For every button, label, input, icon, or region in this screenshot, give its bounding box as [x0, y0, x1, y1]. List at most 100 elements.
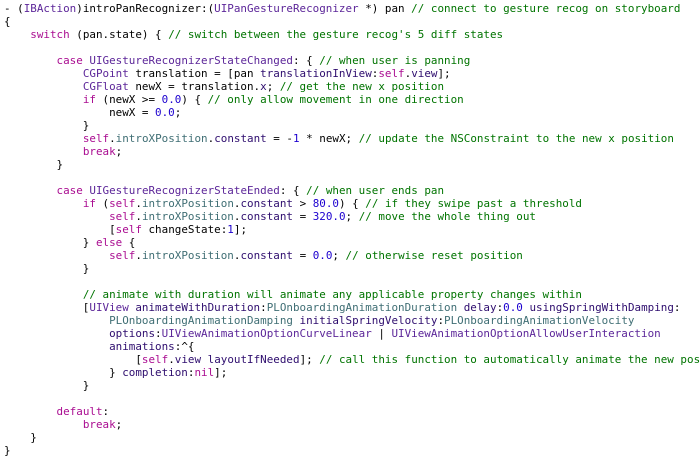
code-text: newX = translation. — [128, 80, 261, 93]
type-token: UIViewAnimationOptionAllowUserInteractio… — [391, 327, 661, 340]
code-text: } — [4, 236, 96, 249]
code-text: = — [293, 249, 313, 262]
keyword-token: self — [115, 223, 142, 236]
code-line: // animate with duration will animate an… — [4, 288, 582, 301]
code-line: case UIGestureRecognizerStateChanged: { … — [4, 54, 471, 67]
number-token: 0.0 — [312, 249, 333, 262]
code-text: [ — [4, 301, 90, 314]
method-token: animations — [109, 340, 175, 353]
type-token: UIViewAnimationOptionCurveLinear — [161, 327, 372, 340]
number-token: 320.0 — [312, 210, 346, 223]
type-token: UIView — [89, 301, 129, 314]
code-text: (pan.state) { — [69, 28, 169, 41]
code-text: [ — [4, 353, 142, 366]
code-text: ; — [332, 249, 346, 262]
code-text: } — [4, 366, 123, 379]
code-line: PLOnboardingAnimationDamping initialSpri… — [4, 314, 634, 327]
method-token: options — [109, 327, 156, 340]
code-line: } completion:nil]; — [4, 366, 227, 379]
method-token: animateWithDuration — [135, 301, 261, 314]
comment-token: // otherwise reset position — [345, 249, 523, 262]
comment-token: // only allow movement in one direction — [207, 93, 464, 106]
code-text: ; — [345, 210, 359, 223]
code-line: default: — [4, 405, 110, 418]
method-token: constant — [240, 197, 294, 210]
code-line: } — [4, 158, 64, 171]
code-text: (newX >= — [95, 93, 162, 106]
code-line: [self.view layoutIfNeeded]; // call this… — [4, 353, 700, 366]
number-token: 80.0 — [312, 197, 339, 210]
keyword-token: self — [378, 67, 405, 80]
code-line: if (newX >= 0.0) { // only allow movemen… — [4, 93, 464, 106]
method-token: initialSpringVelocity — [299, 314, 438, 327]
code-line: animations:^{ — [4, 340, 194, 353]
code-text: ]; — [214, 366, 228, 379]
code-editor[interactable]: - (IBAction)introPanRecognizer:(UIPanGes… — [0, 0, 700, 464]
keyword-token: if — [82, 93, 96, 106]
code-text: * newX; — [299, 132, 359, 145]
comment-token: // update the NSConstraint to the new x … — [358, 132, 674, 145]
method-token: completion — [122, 366, 188, 379]
code-text: = - — [266, 132, 294, 145]
code-text: > — [293, 197, 313, 210]
code-text: ]; — [233, 223, 248, 236]
code-line: [self changeState:1]; — [4, 223, 247, 236]
method-token: constant — [240, 249, 293, 262]
code-text: } — [4, 444, 11, 457]
keyword-token: break — [82, 418, 116, 431]
code-text: . — [168, 353, 175, 366]
code-text: : — [260, 301, 267, 314]
code-line: newX = 0.0; — [4, 106, 181, 119]
type-token: UIPanGestureRecognizer — [214, 2, 359, 15]
code-line: } — [4, 262, 90, 275]
method-token: layoutIfNeeded — [207, 353, 300, 366]
code-text: . — [135, 249, 142, 262]
code-line: break; — [4, 145, 122, 158]
method-token: usingSpringWithDamping — [529, 301, 674, 314]
code-line: break; — [4, 418, 122, 431]
keyword-token: self — [109, 197, 136, 210]
code-text: translation = [pan — [128, 67, 261, 80]
code-text: ; — [115, 145, 123, 158]
code-text: { — [122, 236, 136, 249]
code-text: } — [4, 158, 64, 171]
keyword-token: self — [141, 353, 169, 366]
type-token: CGPoint — [82, 67, 129, 80]
code-text: } — [4, 379, 90, 392]
code-text: { — [4, 15, 11, 28]
code-text: *) pan — [358, 2, 412, 15]
code-line: [UIView animateWithDuration:PLOnboarding… — [4, 301, 681, 314]
code-text: | — [371, 327, 392, 340]
code-text: : — [102, 405, 110, 418]
number-token: 0.0 — [161, 93, 182, 106]
type-token: UIGestureRecognizerStateEnded — [89, 184, 280, 197]
keyword-token: self — [109, 249, 136, 262]
code-text: : — [155, 327, 162, 340]
method-token: x — [260, 80, 267, 93]
comment-token: // if they swipe past a threshold — [365, 197, 582, 210]
method-token: view — [411, 67, 438, 80]
code-text: ]; — [299, 353, 320, 366]
method-token: delay — [463, 301, 497, 314]
code-text: : { — [292, 54, 320, 67]
code-text: . — [135, 197, 142, 210]
code-line: CGPoint translation = [pan translationIn… — [4, 67, 451, 80]
code-text: ) { — [181, 93, 208, 106]
code-line: { — [4, 15, 11, 28]
code-text: ; — [174, 106, 182, 119]
code-line: } — [4, 444, 11, 457]
type-token: CGFloat — [82, 80, 129, 93]
code-text: = — [293, 210, 313, 223]
comment-token: // get the new x position — [279, 80, 445, 93]
code-text: } — [4, 119, 90, 132]
method-token: constant — [240, 210, 293, 223]
